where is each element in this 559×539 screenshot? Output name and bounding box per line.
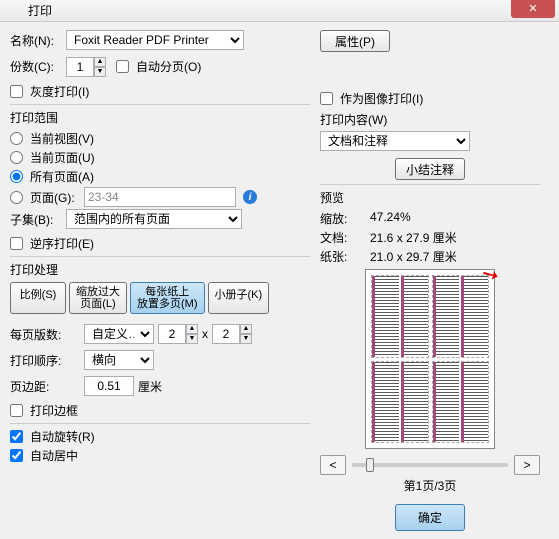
collate-checkbox[interactable] [116,60,129,73]
titlebar: 打印 ✕ [0,0,559,22]
preview-area [365,269,495,449]
handling-scale-button[interactable]: 比例(S) [10,282,66,314]
auto-center-checkbox[interactable] [10,449,23,462]
copies-spinner[interactable]: ▲▼ [66,57,106,77]
preview-page [432,275,490,358]
per-sheet-label: 每页版数: [10,326,80,343]
info-icon[interactable]: i [243,190,257,204]
spin-up-icon[interactable]: ▲ [94,57,106,67]
print-handling-title: 打印处理 [10,261,310,278]
properties-button[interactable]: 属性(P) [320,30,390,52]
range-pages-radio[interactable] [10,191,23,204]
auto-rotate-checkbox[interactable] [10,430,23,443]
rows-spinner[interactable]: ▲▼ [212,324,252,344]
ok-button[interactable]: 确定 [395,504,465,531]
margin-input[interactable] [84,376,134,396]
collate-label: 自动分页(O) [136,58,201,75]
order-select[interactable]: 横向 [84,350,154,370]
preview-page [432,361,490,444]
print-range-title: 打印范围 [10,109,310,126]
range-current-page-radio[interactable] [10,151,23,164]
slider-thumb-icon[interactable] [366,458,374,472]
handling-fit-button[interactable]: 缩放过大 页面(L) [69,282,127,314]
handling-booklet-button[interactable]: 小册子(K) [208,282,270,314]
print-content-select[interactable]: 文档和注释 [320,131,470,151]
cols-spinner[interactable]: ▲▼ [158,324,198,344]
printer-name-label: 名称(N): [10,32,62,49]
margin-label: 页边距: [10,378,80,395]
printer-select[interactable]: Foxit Reader PDF Printer [66,30,244,50]
next-page-button[interactable]: > [514,455,540,475]
pages-input[interactable] [84,187,236,207]
zoom-value: 47.24% [370,210,411,227]
summarize-comments-button[interactable]: 小结注释 [395,158,465,180]
handling-multi-button[interactable]: 每张纸上 放置多页(M) [130,282,205,314]
grayscale-checkbox[interactable] [10,85,23,98]
order-label: 打印顺序: [10,352,80,369]
print-content-label: 打印内容(W) [320,111,540,128]
subset-label: 子集(B): [10,211,62,228]
copies-input[interactable] [66,57,94,77]
page-slider[interactable] [352,463,508,467]
range-all-pages-radio[interactable] [10,170,23,183]
prev-page-button[interactable]: < [320,455,346,475]
range-current-view-radio[interactable] [10,132,23,145]
window-title: 打印 [28,2,52,19]
paper-size-value: 21.0 x 29.7 厘米 [370,248,457,265]
grayscale-label: 灰度打印(I) [30,83,89,100]
reverse-checkbox[interactable] [10,237,23,250]
close-button[interactable]: ✕ [511,0,555,18]
preview-title: 预览 [320,189,540,206]
preview-page [371,361,429,444]
page-indicator: 第1页/3页 [320,477,540,494]
subset-select[interactable]: 范围内的所有页面 [66,209,242,229]
copies-label: 份数(C): [10,58,62,75]
doc-size-value: 21.6 x 27.9 厘米 [370,229,457,246]
preview-page [371,275,429,358]
print-border-checkbox[interactable] [10,404,23,417]
spin-down-icon[interactable]: ▼ [94,67,106,77]
per-sheet-mode-select[interactable]: 自定义… [84,324,154,344]
print-as-image-checkbox[interactable] [320,92,333,105]
